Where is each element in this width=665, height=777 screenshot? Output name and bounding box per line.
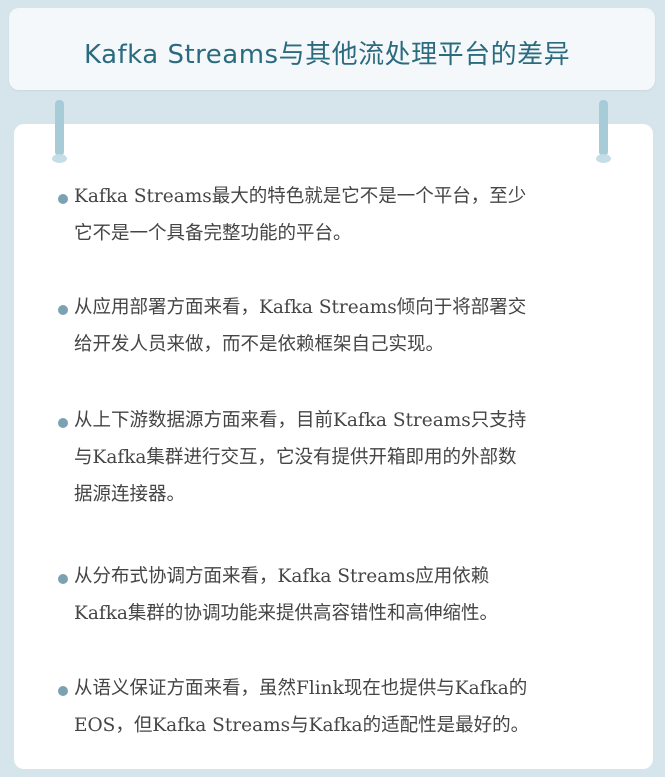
item-line: 从上下游数据源方面来看，目前Kafka Streams只支持	[74, 410, 527, 431]
bullet-dot	[58, 418, 68, 428]
left-pin-cap	[52, 154, 67, 163]
bullet-dot	[58, 194, 68, 204]
list-item: 从上下游数据源方面来看，目前Kafka Streams只支持 与Kafka集群进…	[74, 402, 606, 513]
right-binder-pin	[599, 100, 608, 156]
item-line: 从应用部署方面来看，Kafka Streams倾向于将部署交	[74, 297, 527, 318]
left-binder-pin	[55, 100, 64, 156]
item-line: 据源连接器。	[74, 484, 186, 505]
item-line: 给开发人员来做，而不是依赖框架自己实现。	[74, 334, 445, 355]
item-line: EOS，但Kafka Streams与Kafka的适配性是最好的。	[74, 715, 530, 736]
item-line: 它不是一个具备完整功能的平台。	[74, 223, 352, 244]
right-pin-cap	[596, 154, 611, 163]
list-item: 从分布式协调方面来看，Kafka Streams应用依赖 Kafka集群的协调功…	[74, 558, 606, 632]
list-item: Kafka Streams最大的特色就是它不是一个平台，至少 它不是一个具备完整…	[74, 178, 606, 252]
bullet-dot	[58, 305, 68, 315]
item-line: Kafka Streams最大的特色就是它不是一个平台，至少	[74, 186, 527, 207]
item-line: 从语义保证方面来看，虽然Flink现在也提供与Kafka的	[74, 678, 528, 699]
item-line: 与Kafka集群进行交互，它没有提供开箱即用的外部数	[74, 447, 517, 468]
bullet-dot	[58, 686, 68, 696]
item-line: 从分布式协调方面来看，Kafka Streams应用依赖	[74, 566, 490, 587]
title-card: Kafka Streams与其他流处理平台的差异	[9, 8, 655, 90]
item-line: Kafka集群的协调功能来提供高容错性和高伸缩性。	[74, 603, 498, 624]
page-title: Kafka Streams与其他流处理平台的差异	[84, 40, 571, 70]
list-item: 从应用部署方面来看，Kafka Streams倾向于将部署交 给开发人员来做，而…	[74, 289, 606, 363]
list-item: 从语义保证方面来看，虽然Flink现在也提供与Kafka的 EOS，但Kafka…	[74, 670, 606, 744]
bullet-dot	[58, 574, 68, 584]
